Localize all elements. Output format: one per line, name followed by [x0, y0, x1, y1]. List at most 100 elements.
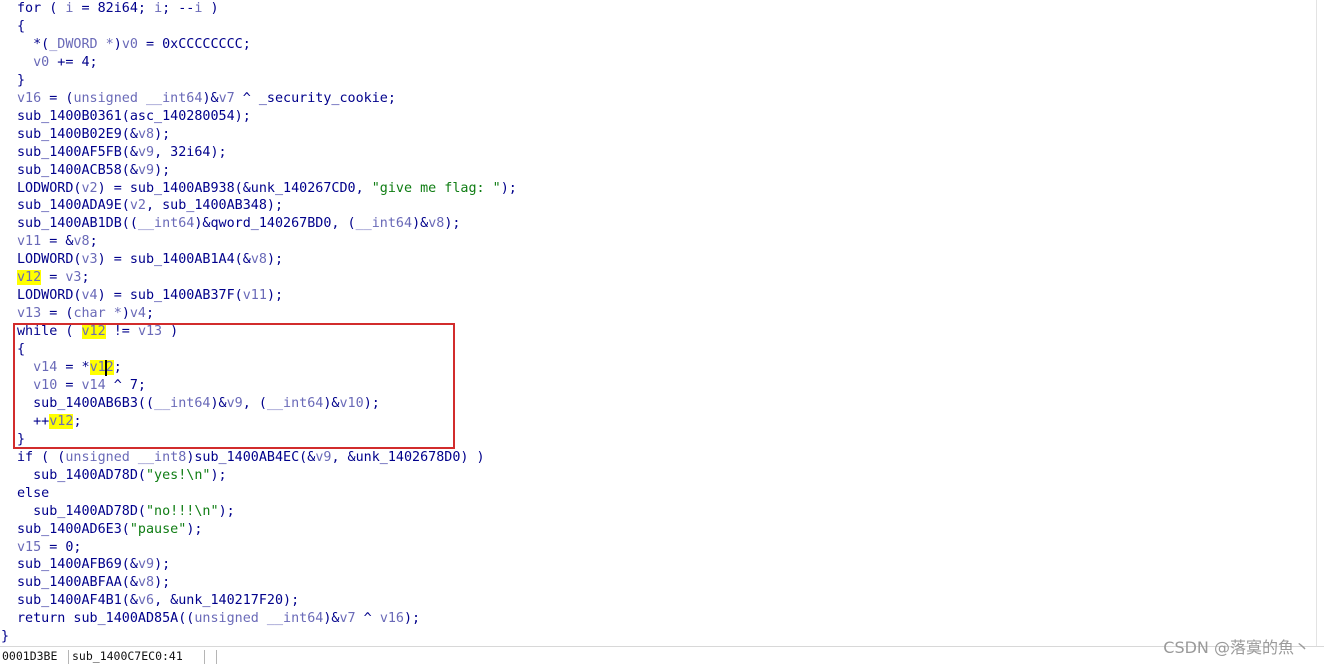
variable-token[interactable]: __int64: [154, 396, 210, 411]
variable-token[interactable]: v4: [130, 306, 146, 321]
code-line[interactable]: v16 = (unsigned __int64)&v7 ^ _security_…: [17, 90, 396, 108]
code-line[interactable]: for ( i = 82i64; i; --i ): [17, 0, 219, 18]
code-line[interactable]: v12 = v3;: [17, 269, 90, 287]
variable-token[interactable]: v6: [138, 593, 154, 608]
code-line[interactable]: sub_1400AB1DB((__int64)&qword_140267BD0,…: [17, 215, 460, 233]
variable-token[interactable]: v9: [138, 557, 154, 572]
variable-token[interactable]: v9: [138, 163, 154, 178]
variable-token[interactable]: v9: [138, 145, 154, 160]
code-line[interactable]: sub_1400AF5FB(&v9, 32i64);: [17, 144, 227, 162]
code-token: );: [154, 575, 171, 590]
code-line[interactable]: sub_1400AF4B1(&v6, &unk_140217F20);: [17, 592, 299, 610]
pseudocode-view[interactable]: for ( i = 82i64; i; --i ){ *(_DWORD *)v0…: [0, 0, 1324, 646]
variable-token[interactable]: v13: [138, 324, 162, 339]
variable-token[interactable]: v8: [428, 216, 444, 231]
variable-token[interactable]: v0: [122, 37, 138, 52]
code-line[interactable]: {: [17, 341, 25, 359]
variable-token[interactable]: v3: [82, 252, 98, 267]
variable-token[interactable]: __int64: [138, 216, 194, 231]
variable-token[interactable]: v12: [81, 324, 106, 339]
code-line[interactable]: LODWORD(v2) = sub_1400AB938(&unk_140267C…: [17, 180, 517, 198]
code-line[interactable]: sub_1400AD6E3("pause");: [17, 521, 202, 539]
code-line[interactable]: sub_1400AB6B3((__int64)&v9, (__int64)&v1…: [17, 395, 380, 413]
code-token: else: [17, 486, 50, 501]
variable-token[interactable]: v2: [130, 198, 146, 213]
code-line[interactable]: sub_1400B0361(asc_140280054);: [17, 108, 251, 126]
variable-token[interactable]: v0: [33, 55, 49, 70]
code-line[interactable]: v15 = 0;: [17, 539, 82, 557]
code-line[interactable]: else: [17, 485, 49, 503]
variable-token[interactable]: v13: [17, 306, 41, 321]
code-line[interactable]: v0 += 4;: [17, 54, 98, 72]
code-line[interactable]: while ( v12 != v13 ): [17, 323, 178, 341]
code-line[interactable]: v10 = v14 ^ 7;: [17, 377, 146, 395]
variable-token[interactable]: char *: [73, 306, 121, 321]
variable-token[interactable]: v10: [33, 378, 57, 393]
code-line[interactable]: sub_1400ADA9E(v2, sub_1400AB348);: [17, 197, 283, 215]
variable-token[interactable]: __int64: [356, 216, 412, 231]
code-line[interactable]: }: [17, 72, 25, 90]
code-line[interactable]: sub_1400AD78D("yes!\n");: [17, 467, 227, 485]
variable-token[interactable]: v7: [219, 91, 235, 106]
code-line[interactable]: if ( (unsigned __int8)sub_1400AB4EC(&v9,…: [17, 449, 485, 467]
variable-token[interactable]: unsigned __int8: [65, 450, 186, 465]
variable-token[interactable]: v7: [340, 611, 356, 626]
code-token: {: [17, 342, 26, 357]
string-literal[interactable]: "pause": [130, 522, 186, 537]
variable-token[interactable]: v12: [17, 270, 42, 285]
code-line[interactable]: LODWORD(v3) = sub_1400AB1A4(&v8);: [17, 251, 283, 269]
code-line[interactable]: }: [17, 431, 25, 449]
variable-token[interactable]: v12: [89, 360, 114, 375]
string-literal[interactable]: "no!!!\n": [146, 504, 219, 519]
variable-token[interactable]: v11: [17, 234, 41, 249]
code-token: =: [41, 270, 66, 285]
code-line[interactable]: return sub_1400AD85A((unsigned __int64)&…: [17, 610, 420, 628]
code-token: );: [218, 504, 235, 519]
variable-token[interactable]: v12: [49, 414, 74, 429]
code-line[interactable]: *(_DWORD *)v0 = 0xCCCCCCCC;: [17, 36, 251, 54]
status-address: 0001D3BE: [2, 649, 58, 663]
code-line[interactable]: sub_1400AFB69(&v9);: [17, 556, 170, 574]
variable-token[interactable]: v10: [340, 396, 364, 411]
code-token: )&: [412, 216, 429, 231]
variable-token[interactable]: v3: [65, 270, 81, 285]
variable-token[interactable]: unsigned __int64: [194, 611, 323, 626]
variable-token[interactable]: v8: [138, 575, 154, 590]
text-caret: [105, 360, 107, 376]
code-line[interactable]: sub_1400AD78D("no!!!\n");: [17, 503, 235, 521]
variable-token[interactable]: __int64: [267, 396, 323, 411]
variable-token[interactable]: v14: [33, 360, 57, 375]
code-line[interactable]: ++v12;: [17, 413, 82, 431]
variable-token[interactable]: v2: [82, 181, 98, 196]
variable-token[interactable]: v14: [82, 378, 106, 393]
code-token: );: [266, 288, 284, 303]
code-token: ): [162, 324, 179, 339]
variable-token[interactable]: v8: [138, 127, 154, 142]
variable-token[interactable]: v4: [82, 288, 98, 303]
variable-token[interactable]: i: [154, 1, 162, 16]
code-line[interactable]: v13 = (char *)v4;: [17, 305, 154, 323]
code-token: = 82i64;: [73, 1, 155, 16]
variable-token[interactable]: v16: [17, 91, 41, 106]
code-token: , (: [242, 396, 267, 411]
variable-token[interactable]: v9: [315, 450, 331, 465]
code-line[interactable]: {: [17, 18, 25, 36]
string-literal[interactable]: "yes!\n": [146, 468, 211, 483]
code-token: LODWORD(: [17, 181, 82, 196]
variable-token[interactable]: v8: [73, 234, 89, 249]
code-line[interactable]: sub_1400ABFAA(&v8);: [17, 574, 170, 592]
variable-token[interactable]: v11: [243, 288, 267, 303]
variable-token[interactable]: v8: [251, 252, 267, 267]
variable-token[interactable]: unsigned __int64: [73, 91, 202, 106]
code-token: sub_1400AB1DB((: [17, 216, 138, 231]
code-line[interactable]: sub_1400B02E9(&v8);: [17, 126, 170, 144]
code-line[interactable]: LODWORD(v4) = sub_1400AB37F(v11);: [17, 287, 283, 305]
code-token: );: [266, 252, 284, 267]
string-literal[interactable]: "give me flag: ": [372, 181, 501, 196]
code-line[interactable]: v11 = &v8;: [17, 233, 98, 251]
variable-token[interactable]: v16: [380, 611, 404, 626]
variable-token[interactable]: _DWORD *: [49, 37, 114, 52]
code-line[interactable]: sub_1400ACB58(&v9);: [17, 162, 170, 180]
variable-token[interactable]: v9: [227, 396, 243, 411]
variable-token[interactable]: v15: [17, 540, 41, 555]
